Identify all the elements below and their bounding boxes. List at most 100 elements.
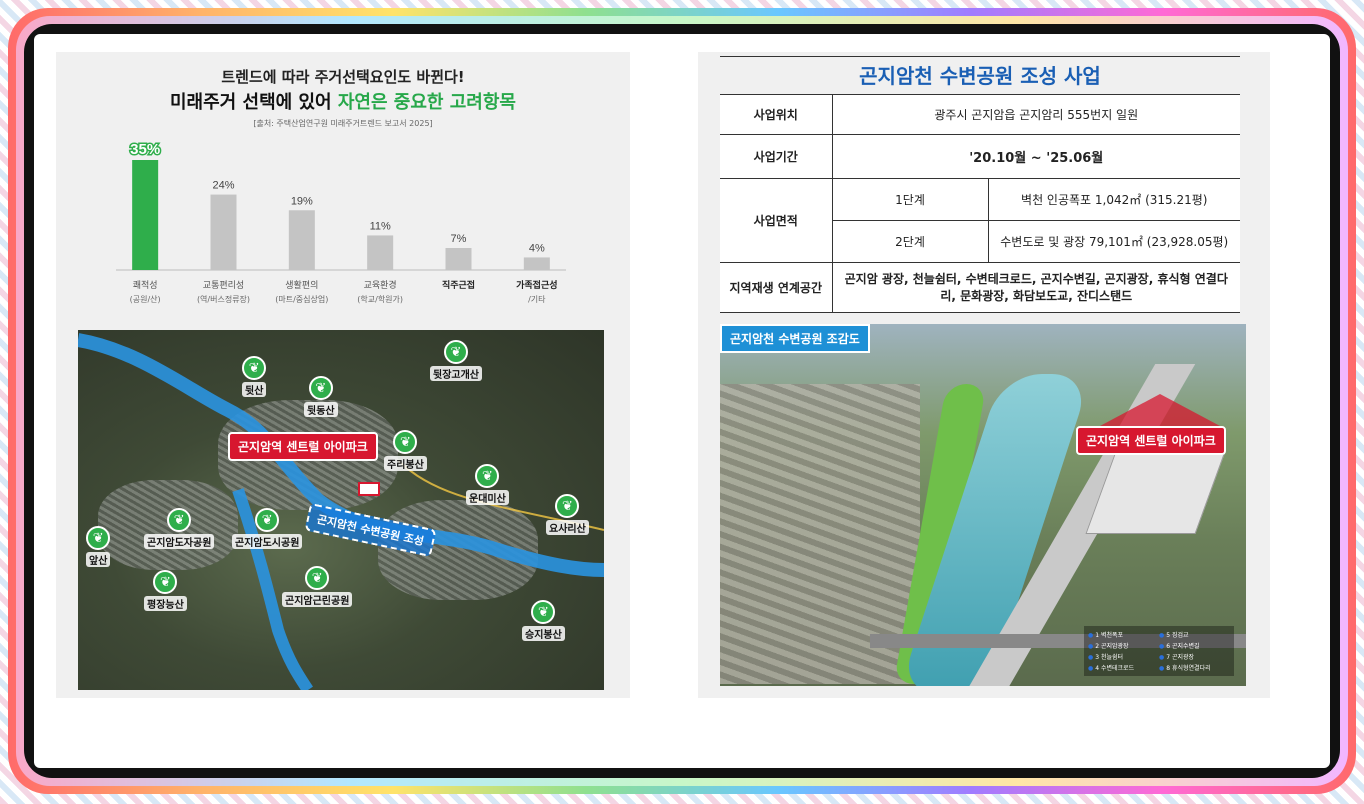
period-head: 사업기간 [720, 134, 833, 179]
leaf-icon: ❦ [531, 600, 556, 624]
decorative-frame: 트렌드에 따라 주거선택요인도 바뀐다! 미래주거 선택에 있어 자연은 중요한… [8, 8, 1356, 794]
map-pin-label: 평장능산 [144, 596, 187, 611]
chart-value-label: 19% [291, 195, 313, 207]
table-row: 사업위치 광주시 곤지암읍 곤지암리 555번지 일원 [720, 94, 1240, 135]
chart-bar [288, 210, 315, 270]
map-pin-label: 주리봉산 [384, 456, 427, 471]
leaf-icon: ❦ [308, 376, 333, 400]
period-value: '20.10월 ~ '25.06월 [832, 134, 1240, 179]
left-panel: 트렌드에 따라 주거선택요인도 바뀐다! 미래주거 선택에 있어 자연은 중요한… [56, 52, 630, 698]
chart-category-label: 직주근접 [442, 279, 475, 291]
frame-dark-border: 트렌드에 따라 주거선택요인도 바뀐다! 미래주거 선택에 있어 자연은 중요한… [24, 24, 1340, 778]
chart-category-label: 가족접근성 [516, 279, 557, 291]
legend-item: 6 곤지수변길 [1159, 641, 1230, 650]
chart-value-label: 11% [370, 220, 391, 232]
project-marker-icon [358, 482, 380, 496]
location-value: 광주시 곤지암읍 곤지암리 555번지 일원 [832, 94, 1240, 135]
legend-item: 8 휴식형연결다리 [1159, 663, 1230, 672]
chart-bar [445, 248, 472, 270]
chart-source: [출처: 주택산업연구원 미래주거트렌드 보고서 2025] [253, 119, 433, 128]
chart-title-prefix: 미래주거 선택에 있어 [170, 92, 338, 113]
legend-item: 5 징검교 [1159, 630, 1230, 639]
chart-value-label: 24% [212, 180, 234, 192]
right-panel: 곤지암천 수변공원 조성 사업 사업위치 광주시 곤지암읍 곤지암리 555번지… [698, 52, 1270, 698]
map-pin: ❦ 곤지암도자공원 [144, 508, 215, 549]
content-paper: 트렌드에 따라 주거선택요인도 바뀐다! 미래주거 선택에 있어 자연은 중요한… [34, 34, 1330, 768]
chart-category-sublabel: (공원/산) [130, 294, 161, 304]
regen-value: 곤지암 광장, 천늘쉼터, 수변테크로드, 곤지수변길, 곤지광장, 휴식형 연… [832, 262, 1240, 313]
legend-item: 4 수변테크로드 [1088, 663, 1159, 672]
map-pin-label: 뒷장고개산 [430, 366, 482, 381]
leaf-icon: ❦ [167, 508, 192, 532]
chart-bar [523, 257, 550, 270]
chart-category-label: 생활편의 [285, 279, 318, 291]
chart-bar [367, 235, 394, 270]
chart-title-line1: 트렌드에 따라 주거선택요인도 바뀐다! [221, 68, 465, 86]
regen-head: 지역재생 연계공간 [720, 262, 833, 313]
project-table-title: 곤지암천 수변공원 조성 사업 [720, 56, 1240, 94]
stage2-label: 2단계 [832, 220, 989, 263]
chart-category-sublabel: (역/버스정류장) [197, 294, 250, 304]
table-row: 지역재생 연계공간 곤지암 광장, 천늘쉼터, 수변테크로드, 곤지수변길, 곤… [720, 262, 1240, 313]
photo-legend: 1 벽천폭포 5 징검교 2 곤지암광장 6 곤지수변길 3 천늘쉼터 7 곤지… [1084, 626, 1234, 676]
project-location-tag: 곤지암역 센트럴 아이파크 [228, 432, 378, 461]
map-pin-label: 앞산 [86, 552, 111, 567]
table-row: 사업기간 '20.10월 ~ '25.06월 [720, 134, 1240, 179]
chart-title-line2: 미래주거 선택에 있어 자연은 중요한 고려항목 [56, 88, 630, 114]
table-row: 사업면적 1단계 벽천 인공폭포 1,042㎡ (315.21평) [720, 178, 1240, 263]
location-head: 사업위치 [720, 94, 833, 135]
project-info-table: 사업위치 광주시 곤지암읍 곤지암리 555번지 일원 사업기간 '20.10월… [720, 94, 1240, 313]
location-map: ❦ 뒷산 ❦ 뒷동산 ❦ 뒷장고개산 ❦ 주리봉산 ❦ 운대미산 ❦ 요사리산 ❦ 곤지암도자… [78, 330, 604, 690]
map-pin: ❦ 주리봉산 [384, 430, 427, 471]
chart-bar [210, 194, 237, 270]
leaf-icon: ❦ [86, 526, 111, 550]
map-pin: ❦ 승지봉산 [522, 600, 565, 641]
stage1-label: 1단계 [832, 178, 989, 221]
chart-category-sublabel: /기타 [528, 295, 546, 304]
chart-category-label: 쾌적성 [133, 279, 158, 291]
legend-item: 2 곤지암광장 [1088, 641, 1159, 650]
area-head: 사업면적 [720, 178, 833, 263]
leaf-icon: ❦ [555, 494, 580, 518]
project-site-marker [1100, 394, 1220, 426]
bar-chart: 35% 쾌적성 (공원/산) 24% 교통편리성 (역/버스정류장) 19% 생활편의 (마트/… [116, 140, 566, 304]
map-pin: ❦ 요사리산 [546, 494, 589, 535]
chart-category-label: 교육환경 [364, 279, 397, 291]
map-pin: ❦ 뒷장고개산 [430, 340, 482, 381]
leaf-icon: ❦ [444, 340, 468, 364]
leaf-icon: ❦ [475, 464, 500, 488]
map-pin-label: 요사리산 [546, 520, 589, 535]
chart-value-label: 4% [529, 242, 545, 254]
legend-item: 3 천늘쉼터 [1088, 652, 1159, 661]
chart-category-sublabel: (마트/중심상업) [275, 294, 328, 304]
map-pin-label: 뒷동산 [304, 402, 338, 417]
map-pin: ❦ 운대미산 [466, 464, 509, 505]
leaf-icon: ❦ [242, 356, 267, 380]
chart-category-sublabel: (학교/학원가) [357, 294, 403, 304]
stage1-value: 벽천 인공폭포 1,042㎡ (315.21평) [988, 178, 1240, 221]
map-pin: ❦ 곤지암근린공원 [282, 566, 353, 607]
map-pin-label: 운대미산 [466, 490, 509, 505]
frame-inner: 트렌드에 따라 주거선택요인도 바뀐다! 미래주거 선택에 있어 자연은 중요한… [16, 16, 1348, 786]
photo-project-tag: 곤지암역 센트럴 아이파크 [1076, 426, 1226, 455]
photo-label: 곤지암천 수변공원 조감도 [720, 324, 870, 353]
stage2-value: 수변도로 및 광장 79,101㎡ (23,928.05평) [988, 220, 1240, 263]
map-pin: ❦ 평장능산 [144, 570, 187, 611]
legend-item: 1 벽천폭포 [1088, 630, 1159, 639]
chart-value-label: 7% [451, 233, 467, 245]
chart-value-label: 35% [130, 141, 160, 158]
map-pin: ❦ 앞산 [86, 526, 111, 567]
chart-title-highlight: 자연은 중요한 고려항목 [337, 92, 516, 113]
legend-item: 7 곤지광장 [1159, 652, 1230, 661]
map-pin: ❦ 뒷산 [242, 356, 267, 397]
map-pin-label: 뒷산 [242, 382, 267, 397]
leaf-icon: ❦ [153, 570, 178, 594]
map-pin: ❦ 곤지암도시공원 [232, 508, 303, 549]
map-pin-label: 곤지암근린공원 [282, 592, 353, 607]
map-pin-label: 곤지암도시공원 [232, 534, 303, 549]
aerial-rendering: 곤지암천 수변공원 조감도 곤지암역 센트럴 아이파크 1 벽천폭포 5 징검교… [720, 324, 1246, 686]
map-pin: ❦ 뒷동산 [304, 376, 338, 417]
map-pin-label: 승지봉산 [522, 626, 565, 641]
leaf-icon: ❦ [255, 508, 280, 532]
leaf-icon: ❦ [305, 566, 330, 590]
